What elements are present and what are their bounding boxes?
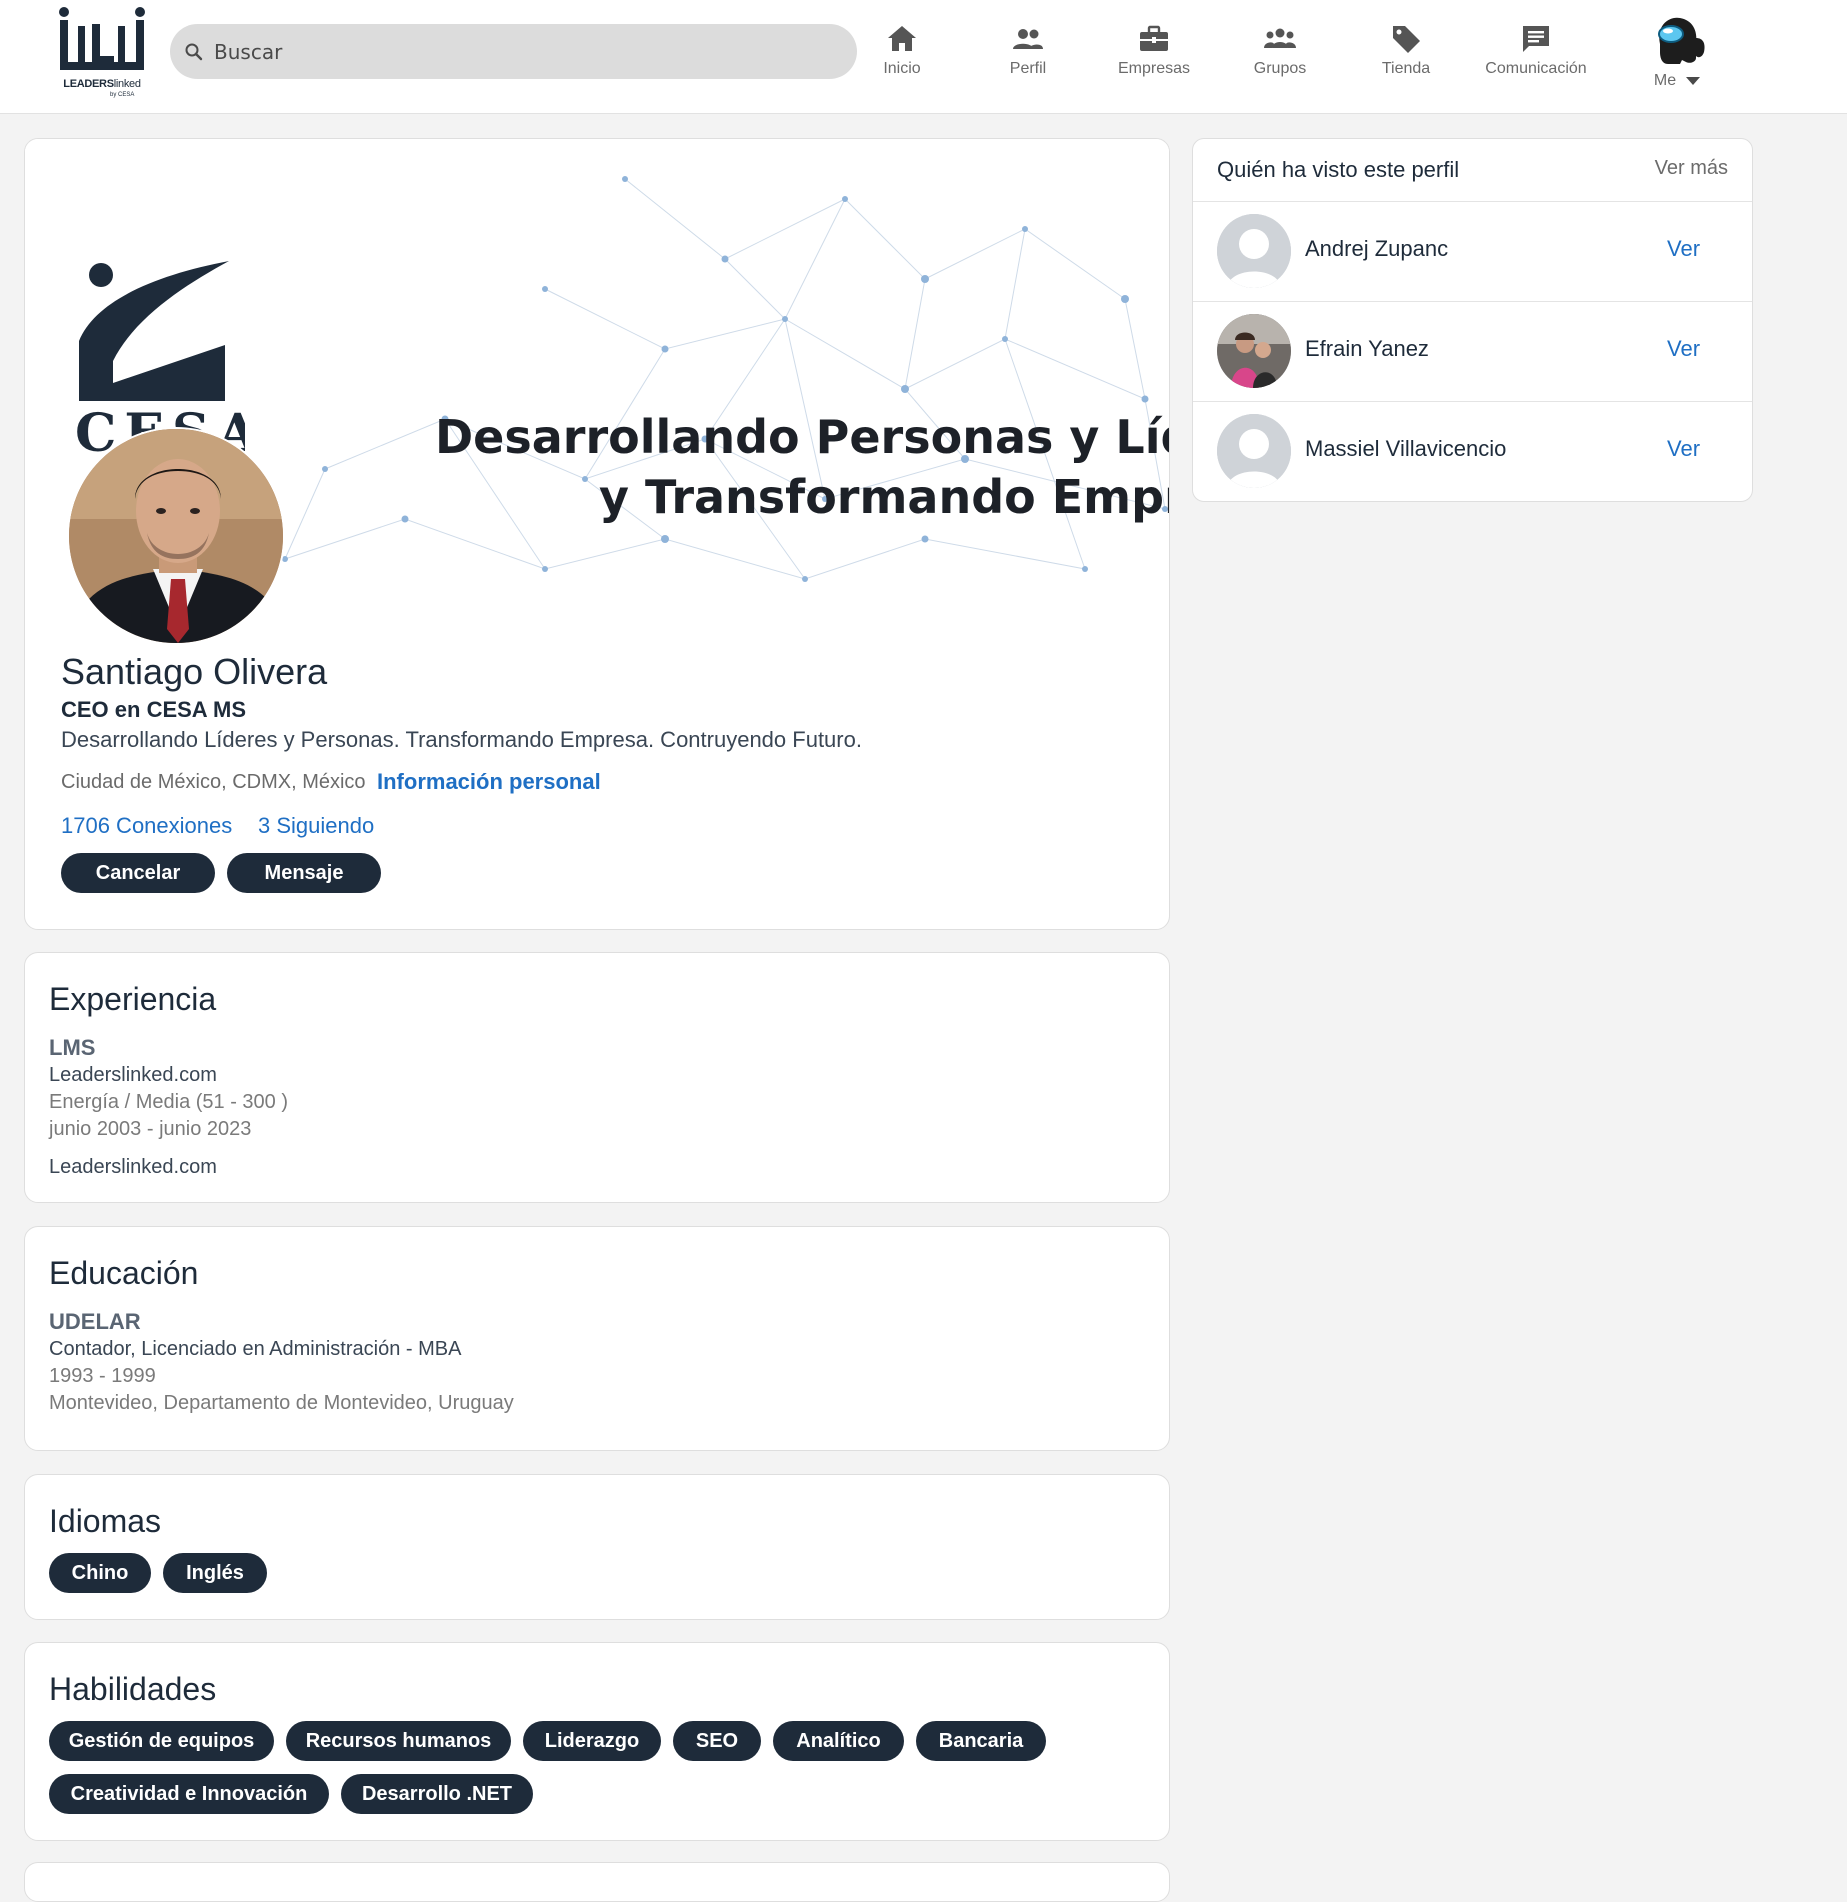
experience-dates: junio 2003 - junio 2023	[49, 1118, 252, 1140]
message-icon	[1523, 26, 1549, 52]
see-more-link[interactable]: Ver más	[1655, 157, 1728, 180]
personal-info-link[interactable]: Información personal	[377, 769, 601, 795]
search-input[interactable]	[214, 24, 814, 79]
profile-card: CESA Desarrollando Personas y Líderes y …	[24, 138, 1170, 930]
education-years: 1993 - 1999	[49, 1365, 156, 1387]
view-profile-link[interactable]: Ver	[1667, 436, 1700, 462]
viewers-title: Quién ha visto este perfil	[1217, 157, 1460, 182]
language-pill[interactable]: Chino	[49, 1553, 151, 1593]
viewer-row[interactable]: Efrain Yanez Ver	[1193, 301, 1752, 401]
leaderslinked-logo[interactable]: LEADERSlinked by CESA	[56, 4, 148, 100]
nav-label: Grupos	[1253, 60, 1307, 77]
education-location: Montevideo, Departamento de Montevideo, …	[49, 1392, 514, 1414]
search-bar[interactable]	[170, 24, 857, 79]
nav-label: Tienda	[1381, 60, 1431, 77]
viewer-row[interactable]: Massiel Villavicencio Ver	[1193, 401, 1752, 501]
profile-title: CEO en CESA MS	[61, 697, 246, 722]
groups-icon	[1264, 28, 1296, 48]
logo-subtext: by CESA	[110, 92, 135, 98]
next-section-card	[24, 1862, 1170, 1902]
nav-label: Comunicación	[1485, 60, 1587, 77]
viewer-name[interactable]: Andrej Zupanc	[1305, 236, 1448, 262]
experience-company: LMS	[49, 1035, 96, 1060]
experience-website: Leaderslinked.com	[49, 1064, 217, 1086]
nav-label: Empresas	[1117, 60, 1191, 77]
skills-card: Habilidades Gestión de equipos Recursos …	[24, 1642, 1170, 1841]
nav-inicio[interactable]: Inicio	[839, 22, 965, 92]
me-label: Me	[1642, 72, 1712, 90]
skill-pill[interactable]: SEO	[673, 1721, 761, 1761]
profile-location: Ciudad de México, CDMX, México	[61, 771, 366, 793]
logo-mark-icon	[59, 7, 145, 70]
people-icon	[1013, 29, 1043, 49]
view-profile-link[interactable]: Ver	[1667, 336, 1700, 362]
tag-icon	[1393, 26, 1420, 53]
user-avatar-icon	[1658, 17, 1705, 64]
banner-headline: Desarrollando Personas y Líderes y Trans…	[435, 410, 1169, 524]
nav-comunicacion[interactable]: Comunicación	[1469, 22, 1603, 92]
connections-link[interactable]: 1706 Conexiones	[61, 813, 232, 839]
skill-pill[interactable]: Liderazgo	[523, 1721, 661, 1761]
skill-pill[interactable]: Gestión de equipos	[49, 1721, 274, 1761]
skill-pill[interactable]: Analítico	[773, 1721, 904, 1761]
section-title: Idiomas	[49, 1503, 162, 1539]
nav-empresas[interactable]: Empresas	[1091, 22, 1217, 92]
section-title: Experiencia	[49, 981, 217, 1017]
nav-grupos[interactable]: Grupos	[1217, 22, 1343, 92]
me-menu[interactable]: Me	[1642, 14, 1712, 94]
view-profile-link[interactable]: Ver	[1667, 236, 1700, 262]
viewer-name[interactable]: Massiel Villavicencio	[1305, 436, 1506, 462]
education-card: Educación UDELAR Contador, Licenciado en…	[24, 1226, 1170, 1451]
chevron-down-icon	[1686, 76, 1701, 85]
following-link[interactable]: 3 Siguiendo	[258, 813, 374, 839]
profile-viewers-card: Quién ha visto este perfil Ver más Andre…	[1192, 138, 1753, 502]
profile-name: Santiago Olivera	[61, 651, 328, 692]
viewer-name[interactable]: Efrain Yanez	[1305, 336, 1429, 362]
briefcase-icon	[1140, 25, 1168, 51]
default-avatar-icon	[1217, 214, 1291, 288]
skill-pill[interactable]: Bancaria	[916, 1721, 1046, 1761]
experience-description: Leaderslinked.com	[49, 1156, 217, 1178]
nav-perfil[interactable]: Perfil	[965, 22, 1091, 92]
logo-text: LEADERSlinked	[63, 78, 141, 90]
nav-label: Inicio	[883, 60, 921, 77]
nav-label: Perfil	[1009, 60, 1047, 77]
top-navbar: LEADERSlinked by CESA Inicio Perfil Empr…	[0, 0, 1847, 114]
skill-pill[interactable]: Recursos humanos	[286, 1721, 511, 1761]
education-degree: Contador, Licenciado en Administración -…	[49, 1338, 462, 1360]
section-title: Educación	[49, 1255, 199, 1291]
search-icon	[185, 43, 203, 61]
home-icon	[888, 26, 916, 51]
skill-pill[interactable]: Creatividad e Innovación	[49, 1774, 329, 1814]
profile-bio: Desarrollando Líderes y Personas. Transf…	[61, 727, 862, 752]
viewer-row[interactable]: Andrej Zupanc Ver	[1193, 201, 1752, 301]
default-avatar-icon	[1217, 414, 1291, 488]
experience-industry: Energía / Media (51 - 300 )	[49, 1091, 289, 1113]
nav-tienda[interactable]: Tienda	[1343, 22, 1469, 92]
message-button[interactable]: Mensaje	[227, 853, 381, 893]
cancel-button[interactable]: Cancelar	[61, 853, 215, 893]
profile-photo	[69, 429, 283, 643]
section-title: Habilidades	[49, 1671, 217, 1707]
languages-card: Idiomas Chino Inglés	[24, 1474, 1170, 1620]
experience-card: Experiencia LMS Leaderslinked.com Energí…	[24, 952, 1170, 1203]
education-school: UDELAR	[49, 1309, 141, 1334]
viewer-photo	[1217, 314, 1291, 388]
language-pill[interactable]: Inglés	[163, 1553, 267, 1593]
profile-avatar[interactable]	[67, 427, 285, 645]
skill-pill[interactable]: Desarrollo .NET	[341, 1774, 533, 1814]
